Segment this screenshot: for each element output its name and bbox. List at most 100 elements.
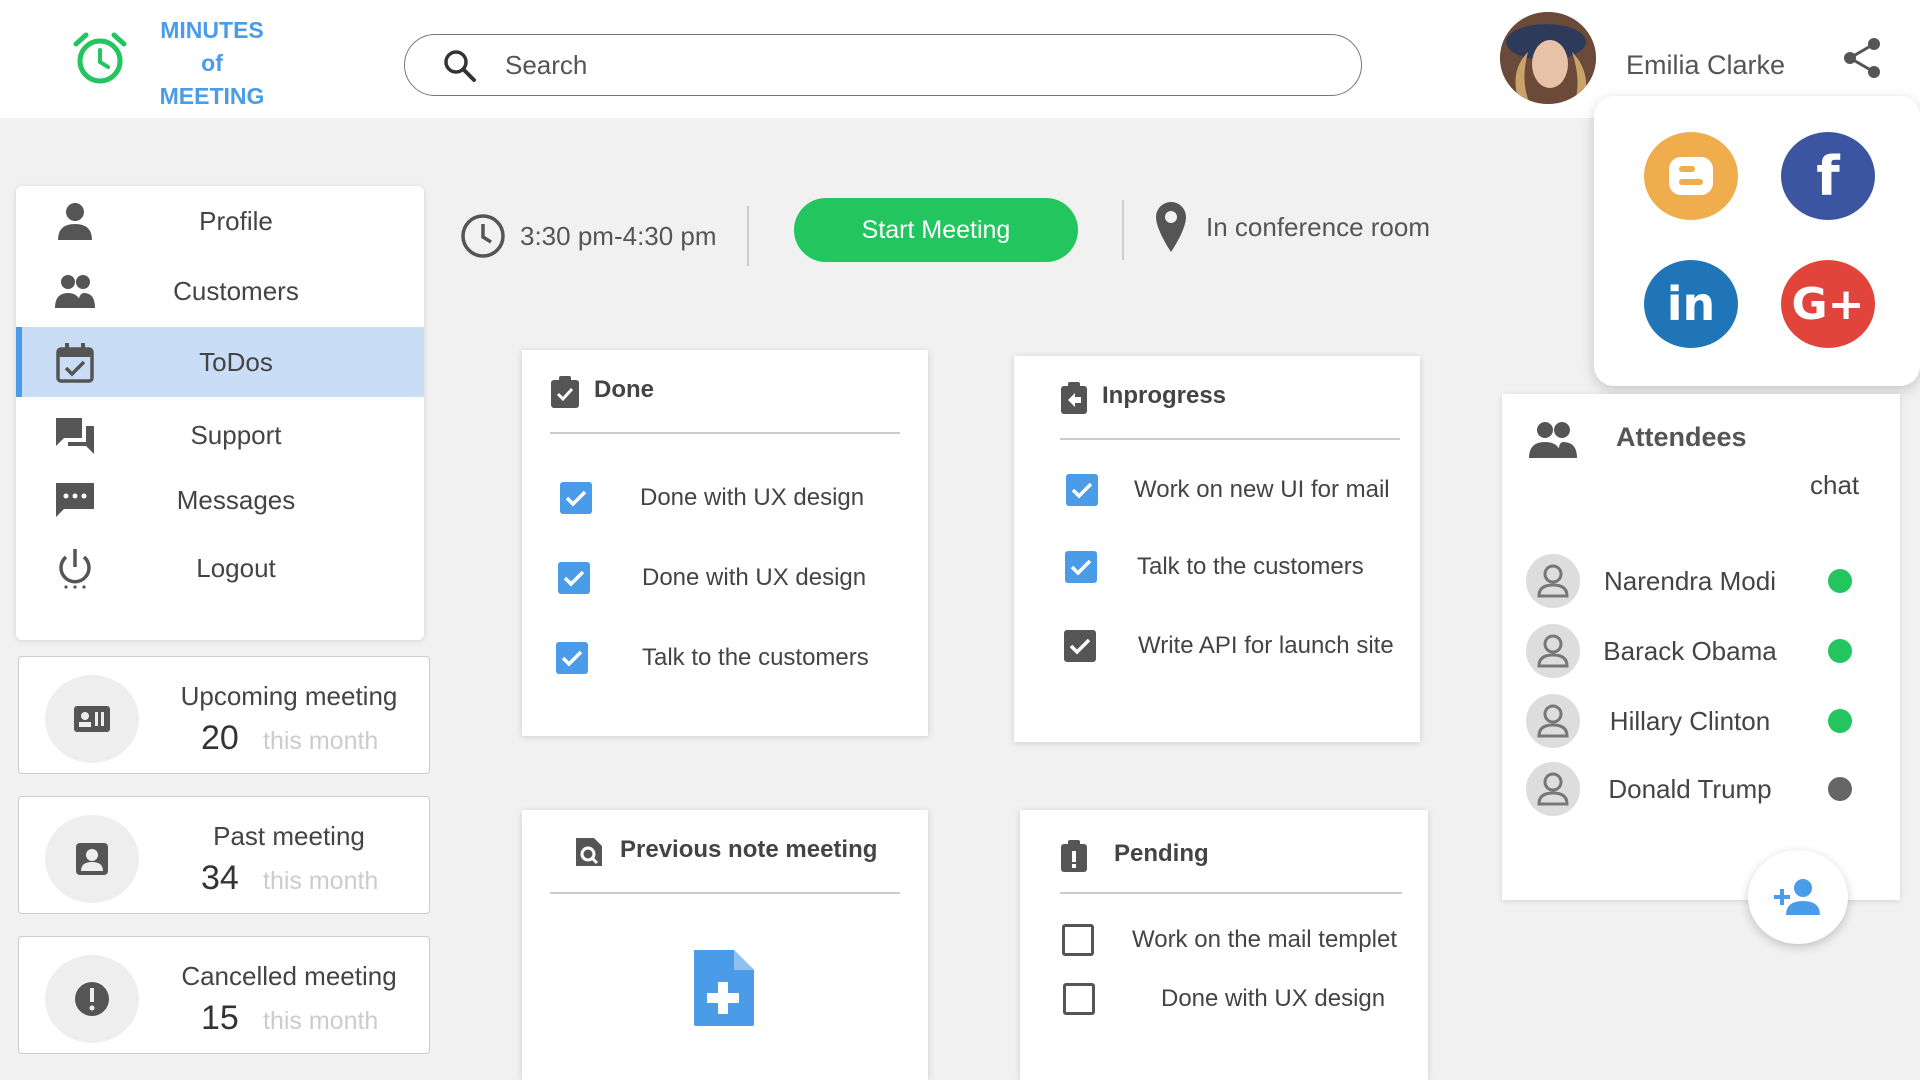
chat-link[interactable]: chat [1810, 470, 1859, 501]
logo-line: MEETING [159, 83, 265, 109]
card-title: Pending [1114, 840, 1209, 867]
alert-circle-icon [75, 982, 109, 1016]
app-logo[interactable]: MINUTES of MEETING [142, 14, 282, 113]
sidebar-item-customers[interactable]: Customers [16, 256, 424, 326]
cancelled-meeting-card[interactable]: Cancelled meeting 15 this month [18, 936, 430, 1054]
logo-line: of [201, 50, 223, 76]
card-header: Inprogress [1060, 382, 1400, 440]
start-meeting-button[interactable]: Start Meeting [794, 198, 1078, 262]
avatar[interactable] [1500, 12, 1596, 104]
clock-icon [461, 214, 505, 258]
social-share-panel: f in G+ [1594, 96, 1920, 386]
divider [1122, 200, 1124, 260]
stat-title: Cancelled meeting [181, 961, 397, 991]
stat-period: this month [263, 1007, 379, 1035]
stat-icon-circle [45, 955, 139, 1043]
task-item[interactable]: Talk to the customers [556, 642, 869, 674]
online-status-dot [1828, 709, 1852, 733]
attendee-name: Narendra Modi [1604, 565, 1776, 596]
task-label: Done with UX design [642, 564, 867, 591]
checkbox-unchecked[interactable] [1062, 924, 1094, 956]
message-dots-icon [56, 483, 94, 517]
user-avatar-icon [1526, 554, 1580, 608]
card-header: Pending [1060, 836, 1402, 894]
meeting-location: In conference room [1154, 200, 1430, 254]
linkedin-icon[interactable]: in [1644, 260, 1738, 348]
checkbox-checked[interactable] [556, 642, 588, 674]
blogger-icon[interactable] [1644, 132, 1738, 220]
attendee-name: Barack Obama [1603, 635, 1777, 666]
add-note-icon[interactable] [690, 948, 756, 1028]
task-item[interactable]: Done with UX design [558, 562, 866, 594]
sidebar-item-label: Customers [173, 276, 299, 306]
online-status-dot [1828, 569, 1852, 593]
sidebar-item-label: Support [190, 420, 282, 450]
user-avatar-icon [1526, 624, 1580, 678]
stat-icon-circle [45, 675, 139, 763]
attendee-name: Donald Trump [1608, 773, 1772, 804]
sidebar-item-label: Logout [196, 553, 276, 583]
share-icon[interactable] [1840, 36, 1884, 80]
task-label: Write API for launch site [1138, 632, 1394, 659]
attendee-name: Hillary Clinton [1609, 705, 1771, 736]
account-box-icon [76, 843, 108, 875]
checkbox-checked[interactable] [1065, 551, 1097, 583]
stat-title: Upcoming meeting [180, 681, 398, 711]
attendee-row[interactable]: Barack Obama [1526, 624, 1866, 678]
contact-card-icon [74, 706, 110, 732]
checkbox-checked[interactable] [1064, 630, 1096, 662]
attendee-row[interactable]: Donald Trump [1526, 762, 1866, 816]
past-meeting-card[interactable]: Past meeting 34 this month [18, 796, 430, 914]
task-label: Done with UX design [1161, 985, 1386, 1012]
clipboard-alert-icon [1061, 840, 1087, 872]
attendees-title: Attendees [1616, 422, 1747, 452]
checkbox-unchecked[interactable] [1063, 983, 1095, 1015]
user-avatar-icon [1526, 694, 1580, 748]
inprogress-card: Inprogress Work on new UI for mail Talk … [1014, 356, 1420, 742]
task-item[interactable]: Talk to the customers [1065, 551, 1364, 583]
map-pin-icon [1156, 202, 1186, 252]
card-title: Previous note meeting [620, 836, 878, 863]
search-icon[interactable] [443, 49, 477, 83]
upcoming-meeting-card[interactable]: Upcoming meeting 20 this month [18, 656, 430, 774]
task-label: Work on new UI for mail [1134, 476, 1390, 503]
task-item[interactable]: Done with UX design [560, 482, 864, 514]
previous-note-card: Previous note meeting [522, 810, 928, 1080]
clipboard-check-icon [551, 376, 579, 408]
task-label: Talk to the customers [1137, 553, 1364, 580]
stat-value: 34 [201, 859, 239, 897]
sidebar-item-profile[interactable]: Profile [16, 186, 424, 256]
location-text: In conference room [1206, 211, 1431, 242]
person-icon [58, 203, 92, 240]
user-name[interactable]: Emilia Clarke [1626, 50, 1785, 81]
checkbox-checked[interactable] [560, 482, 592, 514]
add-attendee-button[interactable] [1748, 850, 1848, 944]
stat-value: 20 [201, 719, 239, 757]
sidebar-item-logout[interactable]: Logout [16, 533, 424, 603]
search-bar[interactable] [404, 34, 1362, 96]
attendee-row[interactable]: Hillary Clinton [1526, 694, 1866, 748]
task-item[interactable]: Work on the mail templet [1062, 924, 1397, 956]
clipboard-arrow-icon [1061, 382, 1087, 414]
task-item[interactable]: Work on new UI for mail [1066, 474, 1390, 506]
google-plus-icon[interactable]: G+ [1781, 260, 1875, 348]
attendee-row[interactable]: Narendra Modi [1526, 554, 1866, 608]
card-header: Previous note meeting [550, 836, 900, 894]
sidebar-item-todos[interactable]: ToDos [16, 327, 424, 397]
facebook-icon[interactable]: f [1781, 132, 1875, 220]
card-header: Done [550, 376, 900, 434]
card-title: Inprogress [1102, 382, 1227, 409]
done-card: Done Done with UX design Done with UX de… [522, 350, 928, 736]
task-item[interactable]: Write API for launch site [1064, 630, 1394, 662]
meeting-time: 3:30 pm-4:30 pm [460, 206, 749, 266]
online-status-dot [1828, 639, 1852, 663]
task-item[interactable]: Done with UX design [1063, 983, 1385, 1015]
sidebar-item-messages[interactable]: Messages [16, 465, 424, 535]
search-input[interactable] [505, 47, 1305, 83]
forum-icon [56, 418, 94, 454]
checkbox-checked[interactable] [1066, 474, 1098, 506]
checkbox-checked[interactable] [558, 562, 590, 594]
sidebar-item-support[interactable]: Support [16, 400, 424, 470]
task-label: Work on the mail templet [1132, 926, 1397, 953]
people-icon [55, 275, 95, 308]
